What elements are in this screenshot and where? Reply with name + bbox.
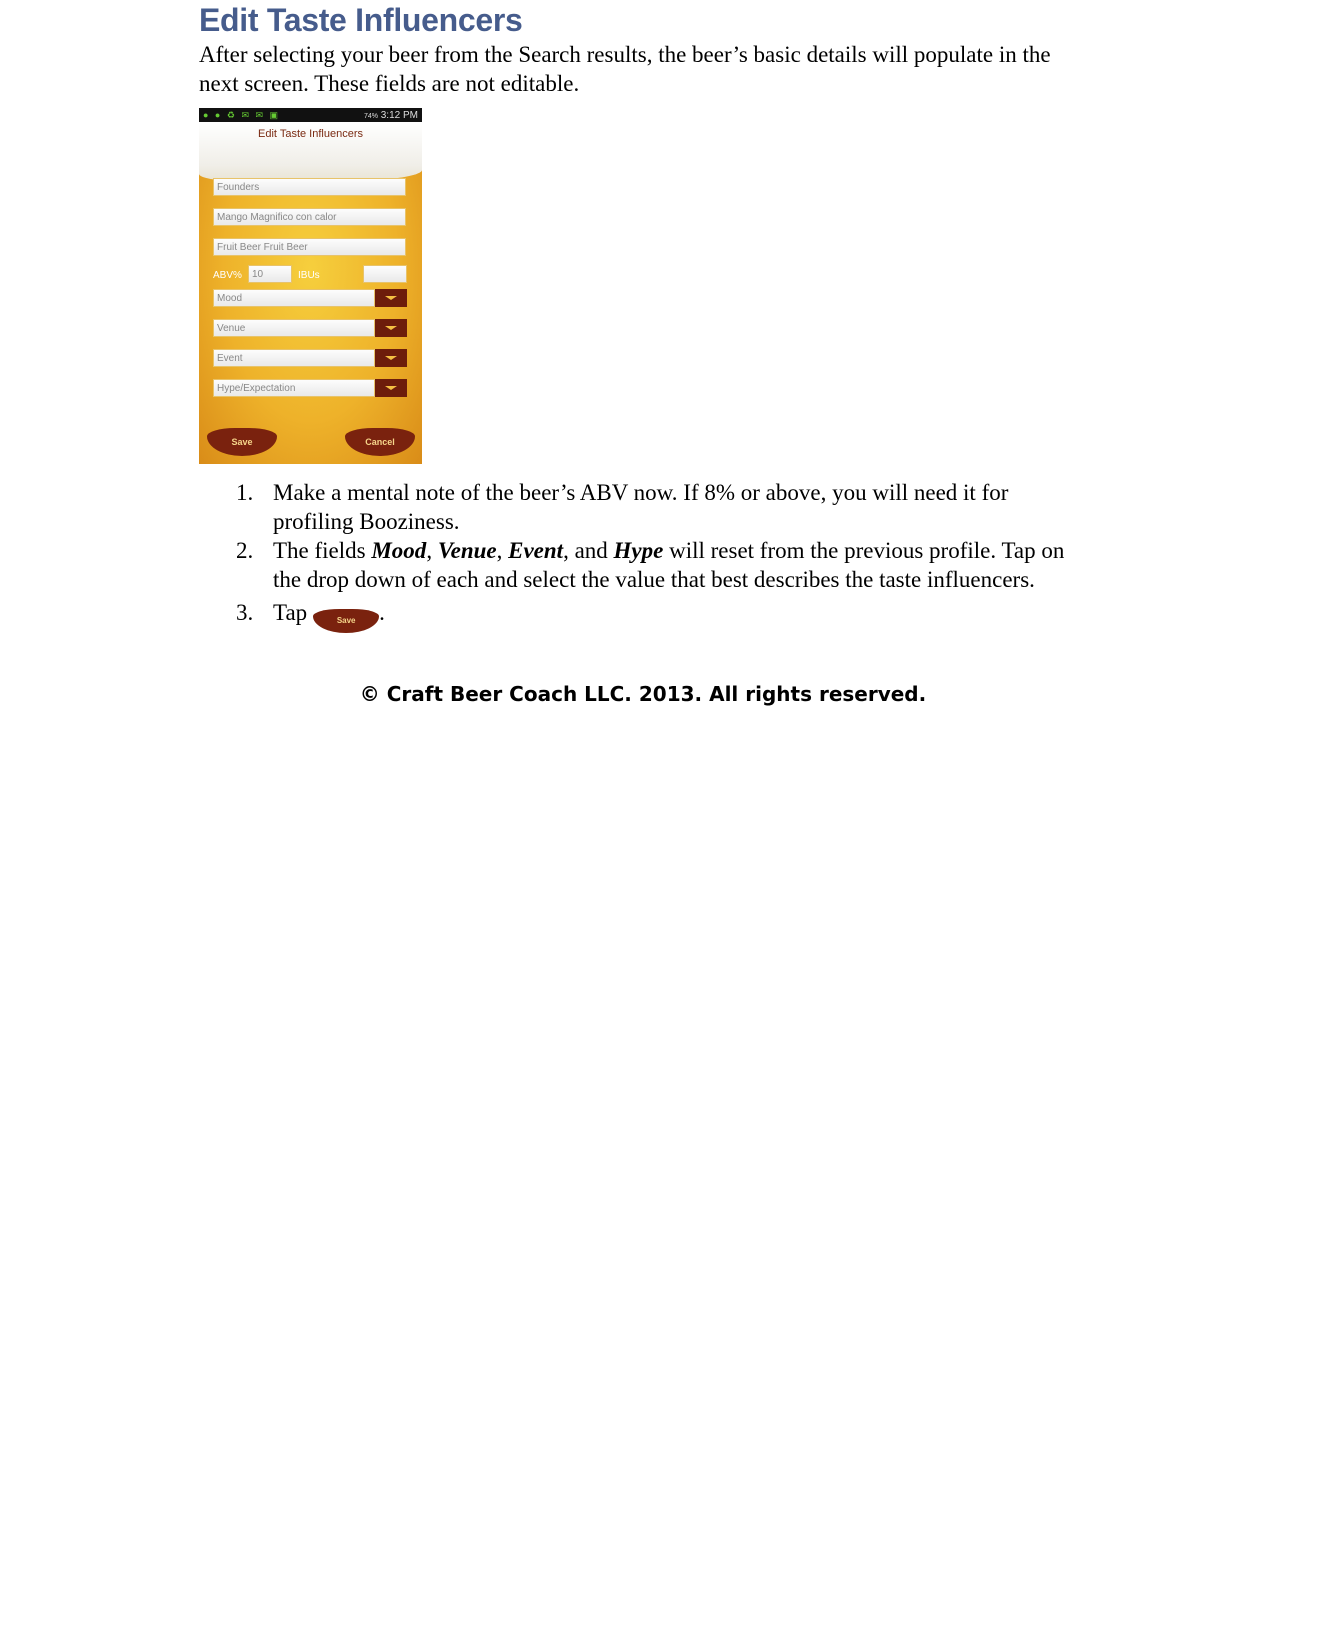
list-item: 3. Tap Save. bbox=[236, 598, 1086, 633]
abv-field: 10 bbox=[248, 265, 292, 283]
step-text: The fields bbox=[273, 538, 372, 563]
step-text: , bbox=[426, 538, 438, 563]
step-text: . bbox=[379, 600, 385, 625]
chevron-down-icon[interactable] bbox=[375, 349, 407, 367]
step-number: 1. bbox=[236, 480, 254, 505]
beer-name-field: Mango Magnifico con calor bbox=[213, 208, 406, 226]
battery-level: 74% bbox=[363, 112, 378, 120]
event-term: Event bbox=[508, 538, 564, 563]
venue-term: Venue bbox=[437, 538, 497, 563]
chevron-down-icon[interactable] bbox=[375, 319, 407, 337]
list-item: 2. The fields Mood, Venue, Event, and Hyp… bbox=[236, 536, 1086, 594]
hype-term: Hype bbox=[613, 538, 664, 563]
status-time: 3:12 PM bbox=[380, 109, 418, 121]
ibus-label: IBUs bbox=[298, 270, 320, 281]
steps-list: 1. Make a mental note of the beer’s ABV n… bbox=[236, 478, 1086, 633]
event-dropdown[interactable]: Event bbox=[213, 349, 375, 367]
page-title: Edit Taste Influencers bbox=[199, 2, 523, 38]
step-text: , bbox=[496, 538, 509, 563]
status-bar: ● ● ♻ ✉ ✉ ▣ 74% 3:12 PM bbox=[199, 108, 422, 122]
copyright-footer: © Craft Beer Coach LLC. 2013. All rights… bbox=[359, 682, 927, 706]
cancel-button[interactable]: Cancel bbox=[345, 428, 415, 456]
step-number: 2. bbox=[236, 538, 254, 563]
step-number: 3. bbox=[236, 600, 254, 625]
step-text: Tap bbox=[273, 600, 308, 625]
hype-dropdown[interactable]: Hype/Expectation bbox=[213, 379, 375, 397]
venue-dropdown[interactable]: Venue bbox=[213, 319, 375, 337]
chevron-down-icon[interactable] bbox=[375, 289, 407, 307]
mood-dropdown[interactable]: Mood bbox=[213, 289, 375, 307]
intro-paragraph: After selecting your beer from the Searc… bbox=[199, 42, 1051, 96]
save-button[interactable]: Save bbox=[207, 428, 277, 456]
chevron-down-icon[interactable] bbox=[375, 379, 407, 397]
save-button-image: Save bbox=[313, 608, 380, 633]
step-text: , and bbox=[563, 538, 614, 563]
abv-label: ABV% bbox=[213, 270, 242, 281]
screen-title: Edit Taste Influencers bbox=[258, 128, 363, 140]
notification-icons: ● ● ♻ ✉ ✉ ▣ bbox=[203, 109, 281, 120]
mood-term: Mood bbox=[371, 538, 427, 563]
step-text: Make a mental note of the beer’s ABV now… bbox=[273, 480, 1009, 534]
style-field: Fruit Beer Fruit Beer bbox=[213, 238, 406, 256]
list-item: 1. Make a mental note of the beer’s ABV n… bbox=[236, 478, 1086, 536]
brewery-field: Founders bbox=[213, 178, 406, 196]
ibus-field bbox=[363, 265, 407, 283]
app-screenshot: ● ● ♻ ✉ ✉ ▣ 74% 3:12 PM Edit Taste Influ… bbox=[199, 108, 422, 464]
